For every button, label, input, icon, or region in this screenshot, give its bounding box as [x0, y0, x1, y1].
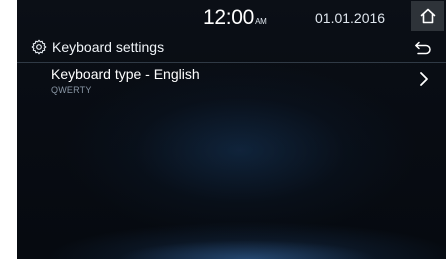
- keyboard-type-value: QWERTY: [51, 85, 92, 95]
- date: 01.01.2016: [315, 10, 386, 26]
- status-bar: 12:00AM 01.01.2016: [17, 0, 446, 35]
- back-button[interactable]: [409, 37, 437, 59]
- chevron-right-icon: [420, 72, 428, 86]
- gear-icon: [31, 39, 47, 55]
- page-title: Keyboard settings: [52, 39, 165, 55]
- bottom-glow: [117, 240, 377, 259]
- home-icon: [420, 8, 435, 24]
- home-button[interactable]: [411, 1, 444, 31]
- keyboard-type-label: Keyboard type - English: [51, 66, 200, 82]
- clock-ampm: AM: [255, 17, 267, 26]
- clock-time: 12:00: [203, 6, 255, 29]
- back-icon: [415, 41, 431, 55]
- keyboard-type-row[interactable]: Keyboard type - English QWERTY: [17, 63, 446, 101]
- title-bar: Keyboard settings: [17, 35, 446, 62]
- keyboard-settings-screen: 12:00AM 01.01.2016 Keyboard settings Key…: [17, 0, 446, 259]
- clock: 12:00AM: [203, 6, 267, 30]
